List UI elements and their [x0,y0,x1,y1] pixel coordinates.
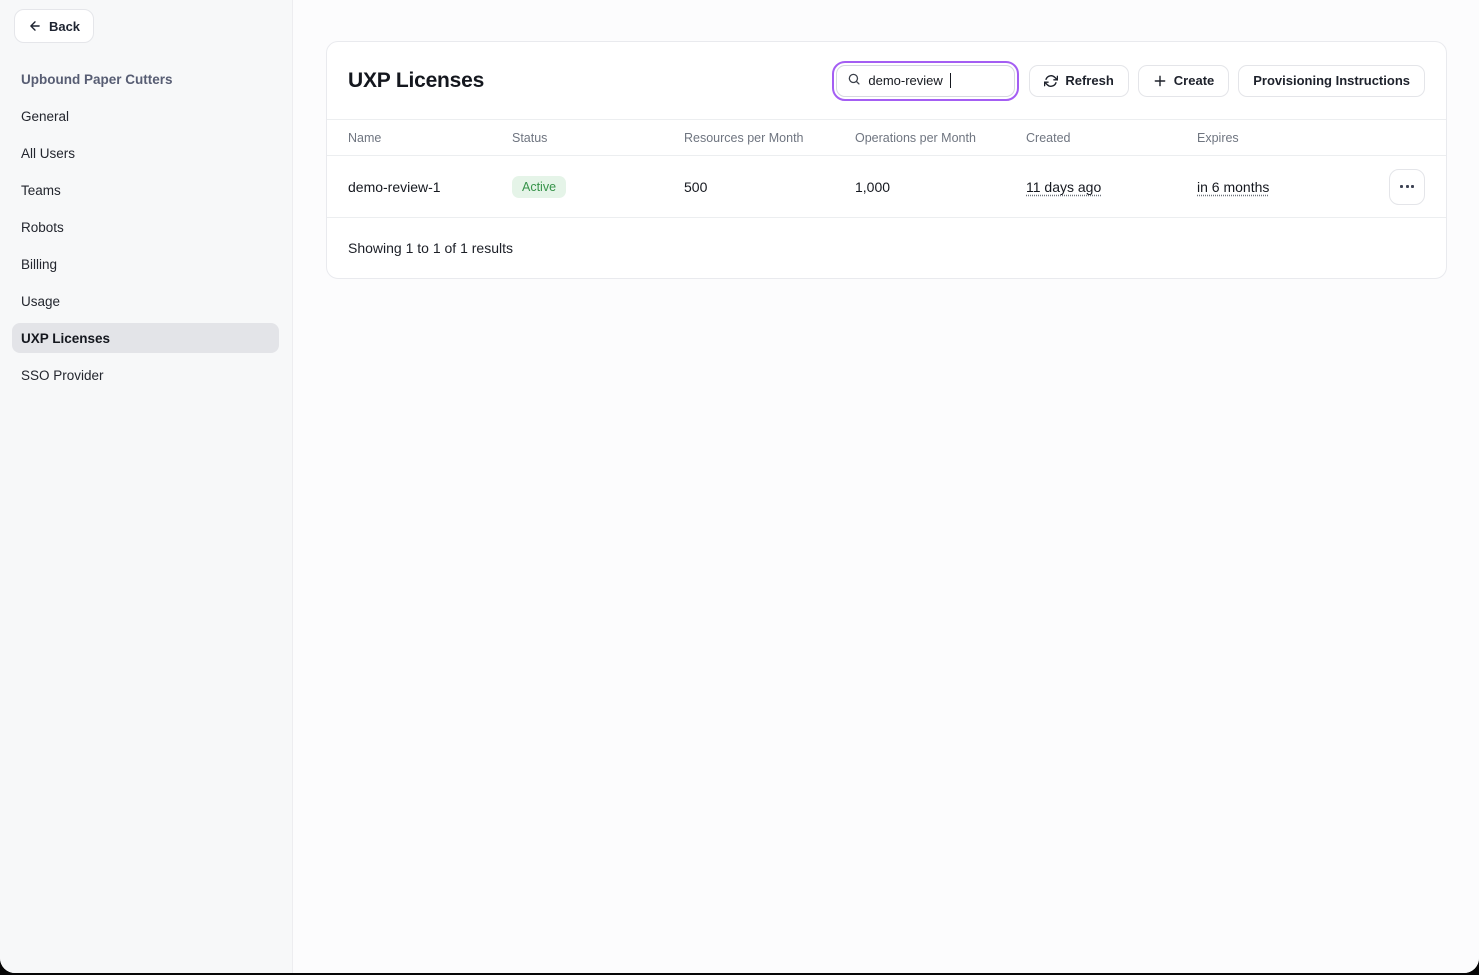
settings-sidebar: Back Upbound Paper Cutters General All U… [0,0,293,973]
expires-date[interactable]: in 6 months [1197,179,1269,195]
sidebar-nav: Upbound Paper Cutters General All Users … [12,64,279,390]
provisioning-instructions-button[interactable]: Provisioning Instructions [1238,65,1425,97]
column-header-operations: Operations per Month [855,131,1026,145]
sidebar-item-general[interactable]: General [12,101,279,131]
column-header-created: Created [1026,131,1197,145]
column-header-expires: Expires [1197,131,1389,145]
license-status-cell: Active [512,176,684,198]
column-header-status: Status [512,131,684,145]
ellipsis-icon [1400,185,1403,188]
arrow-left-icon [28,19,42,33]
column-header-name: Name [348,131,512,145]
plus-icon [1153,74,1167,88]
main-content: UXP Licenses demo-review [293,0,1479,973]
table-header-row: Name Status Resources per Month Operatio… [327,119,1446,156]
results-summary: Showing 1 to 1 of 1 results [327,218,1446,278]
sidebar-item-all-users[interactable]: All Users [12,138,279,168]
refresh-button-label: Refresh [1065,73,1113,88]
license-created-cell: 11 days ago [1026,179,1197,195]
status-badge: Active [512,176,566,198]
sidebar-item-sso-provider[interactable]: SSO Provider [12,360,279,390]
license-name: demo-review-1 [348,179,512,195]
refresh-icon [1044,74,1058,88]
refresh-button[interactable]: Refresh [1029,65,1128,97]
app-window: Back Upbound Paper Cutters General All U… [0,0,1479,973]
sidebar-item-uxp-licenses[interactable]: UXP Licenses [12,323,279,353]
search-input-value: demo-review [868,73,942,88]
sidebar-item-robots[interactable]: Robots [12,212,279,242]
provisioning-instructions-label: Provisioning Instructions [1253,73,1410,88]
back-button-label: Back [49,19,80,34]
uxp-licenses-card: UXP Licenses demo-review [326,41,1447,279]
sidebar-item-teams[interactable]: Teams [12,175,279,205]
license-operations: 1,000 [855,179,1026,195]
created-date[interactable]: 11 days ago [1026,179,1101,195]
license-actions-cell [1389,169,1425,205]
column-header-resources: Resources per Month [684,131,855,145]
table-row: demo-review-1 Active 500 1,000 11 days a… [327,156,1446,218]
toolbar: demo-review Refresh [836,65,1425,97]
row-actions-menu-button[interactable] [1389,169,1425,205]
search-input[interactable]: demo-review [836,65,1015,97]
license-resources: 500 [684,179,855,195]
sidebar-item-billing[interactable]: Billing [12,249,279,279]
create-button[interactable]: Create [1138,65,1229,97]
card-header: UXP Licenses demo-review [327,42,1446,119]
page-title: UXP Licenses [348,69,484,93]
text-caret [950,73,952,88]
back-button[interactable]: Back [14,9,94,43]
sidebar-item-usage[interactable]: Usage [12,286,279,316]
search-icon [847,72,861,89]
license-expires-cell: in 6 months [1197,179,1389,195]
org-name-heading: Upbound Paper Cutters [12,64,279,94]
create-button-label: Create [1174,73,1214,88]
